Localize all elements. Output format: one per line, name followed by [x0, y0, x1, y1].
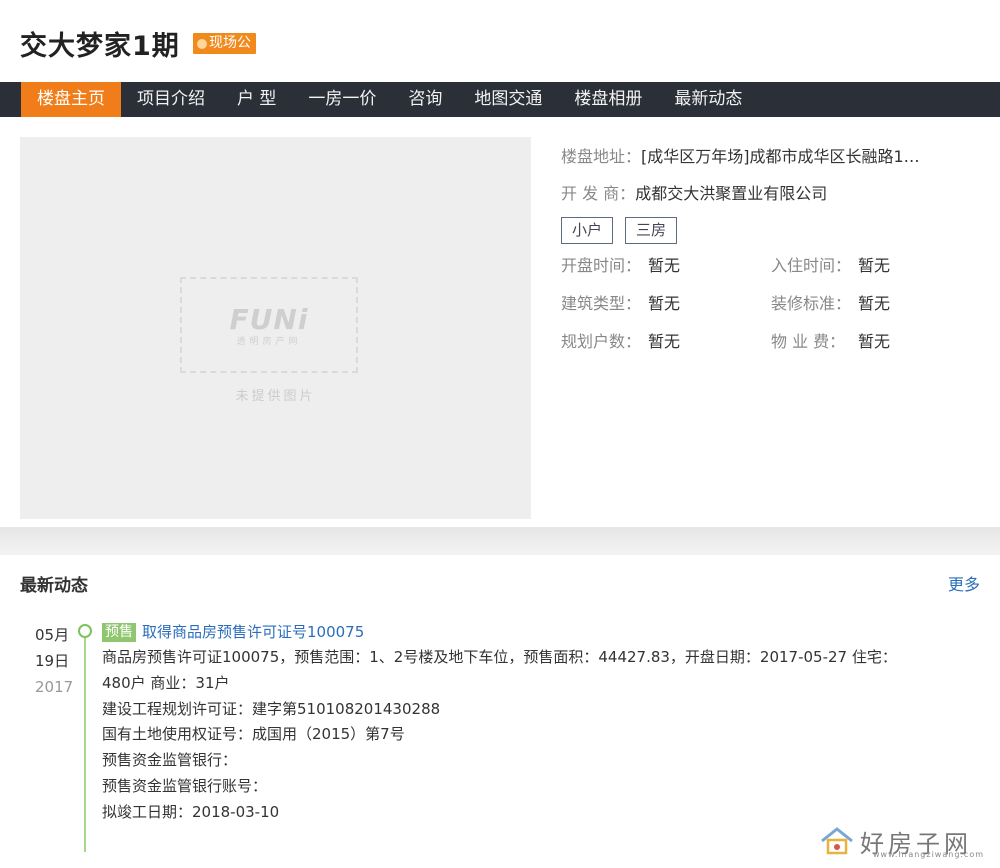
developer-value: 成都交大洪聚置业有限公司: [635, 184, 828, 203]
property-overview: FUNi 透明房产网 未提供图片 楼盘地址： [成华区万年场]成都市成华区长融路…: [0, 117, 1000, 527]
no-image-caption: 未提供图片: [235, 389, 316, 404]
nav-item-floorplans[interactable]: 户 型: [221, 82, 292, 117]
status-badge: 现场公: [193, 33, 256, 54]
property-info: 楼盘地址： [成华区万年场]成都市成华区长融路1… 开 发 商： 成都交大洪聚置…: [561, 145, 981, 368]
news-body-line: 预售资金监管银行账号：: [102, 776, 268, 795]
property-photo-placeholder[interactable]: FUNi 透明房产网 未提供图片: [20, 137, 531, 519]
presale-tag: 预售: [102, 622, 136, 642]
field-building-type: 建筑类型： 暂无: [561, 294, 681, 313]
tag-three-room[interactable]: 三房: [625, 217, 678, 244]
address-label: 楼盘地址：: [561, 147, 642, 166]
news-body: 商品房预售许可证100075，预售范围：1、2号楼及地下车位，预售面积：4442…: [102, 645, 982, 826]
funi-logo: FUNi: [229, 303, 309, 336]
field-planned-units: 规划户数： 暂无: [561, 332, 681, 351]
feature-tags: 小户 三房: [561, 217, 981, 244]
watermark-url: www.hfangziwang.com: [873, 850, 985, 859]
status-badge-label: 现场公: [209, 35, 251, 51]
field-move-in-date: 入住时间： 暂无: [771, 256, 891, 275]
property-fields: 开盘时间： 暂无 入住时间： 暂无 建筑类型： 暂无 装修标准： 暂无 规划户数…: [561, 254, 981, 368]
nav-item-map[interactable]: 地图交通: [458, 82, 558, 117]
developer-row: 开 发 商： 成都交大洪聚置业有限公司: [561, 182, 981, 206]
nav-item-album[interactable]: 楼盘相册: [558, 82, 658, 117]
section-divider: [0, 527, 1000, 555]
nav-item-consult[interactable]: 咨询: [392, 82, 458, 117]
page-title: 交大梦家1期: [20, 31, 180, 62]
house-logo-icon: [820, 826, 854, 856]
developer-label: 开 发 商：: [561, 184, 636, 203]
field-open-date: 开盘时间： 暂无: [561, 256, 681, 275]
news-item: 预售 取得商品房预售许可证号100075 商品房预售许可证100075，预售范围…: [102, 619, 982, 826]
nav-item-news[interactable]: 最新动态: [658, 82, 758, 117]
dot-icon: [197, 38, 207, 49]
field-decoration: 装修标准： 暂无: [771, 294, 891, 313]
news-body-line: 商品房预售许可证100075，预售范围：1、2号楼及地下车位，预售面积：4442…: [102, 648, 897, 666]
news-month: 05月: [35, 626, 70, 644]
news-headline-link[interactable]: 取得商品房预售许可证号100075: [142, 619, 364, 645]
news-date: 05月 19日 2017: [35, 622, 75, 700]
news-body-line: 预售资金监管银行：: [102, 751, 238, 770]
news-title: 最新动态: [20, 576, 88, 596]
funi-logo-subtitle: 透明房产网: [236, 337, 302, 347]
news-year: 2017: [35, 678, 74, 696]
header: 交大梦家1期 现场公: [0, 0, 1000, 82]
address-row: 楼盘地址： [成华区万年场]成都市成华区长融路1…: [561, 145, 981, 169]
nav-item-intro[interactable]: 项目介绍: [121, 82, 221, 117]
news-body-line: 国有土地使用权证号：成国用（2015）第7号: [102, 725, 405, 744]
timeline-dot-icon: [78, 624, 92, 638]
placeholder-logo-box: FUNi 透明房产网: [180, 277, 358, 373]
news-day: 19日: [35, 652, 70, 670]
nav-item-prices[interactable]: 一房一价: [292, 82, 392, 117]
main-nav: 楼盘主页 项目介绍 户 型 一房一价 咨询 地图交通 楼盘相册 最新动态: [0, 82, 1000, 117]
news-body-line: 建设工程规划许可证：建字第510108201430288: [102, 699, 441, 718]
field-property-fee: 物 业 费： 暂无: [771, 332, 891, 351]
nav-item-home[interactable]: 楼盘主页: [21, 82, 121, 117]
news-body-line: 480户 商业：31户: [102, 673, 230, 692]
tag-small-unit[interactable]: 小户: [561, 217, 614, 244]
timeline-line: [84, 632, 86, 852]
more-link[interactable]: 更多: [948, 571, 980, 595]
address-value[interactable]: [成华区万年场]成都市成华区长融路1…: [641, 145, 920, 169]
